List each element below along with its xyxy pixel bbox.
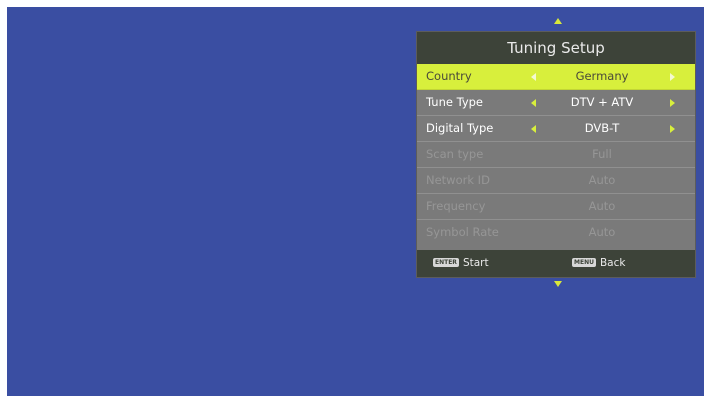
scroll-up-arrow-icon[interactable] (554, 18, 562, 24)
menu-row-value: Auto (588, 173, 616, 187)
back-hint-label: Back (599, 257, 626, 269)
panel-title: Tuning Setup (417, 32, 695, 64)
left-arrow-icon[interactable] (531, 125, 536, 133)
start-hint-label: Start (462, 257, 489, 269)
right-arrow-icon[interactable] (670, 125, 675, 133)
menu-row-frequency: Frequency Auto (417, 194, 695, 220)
menu-row-label: Country (426, 69, 472, 83)
menu-row-value: Auto (588, 225, 616, 239)
menu-row-digital-type[interactable]: Digital Type DVB-T (417, 116, 695, 142)
menu-row-label: Network ID (426, 173, 490, 187)
start-hint[interactable]: ENTER Start (433, 250, 489, 277)
right-arrow-icon[interactable] (670, 99, 675, 107)
menu-row-value: Germany (575, 69, 629, 83)
panel-footer: ENTER Start MENU Back (417, 250, 695, 277)
menu-row-value: DTV + ATV (570, 95, 634, 109)
menu-row-label: Tune Type (426, 95, 484, 109)
menu-row-country[interactable]: Country Germany (417, 64, 695, 90)
left-arrow-icon[interactable] (531, 73, 536, 81)
menu-row-label: Scan type (426, 147, 484, 161)
menu-row-label: Symbol Rate (426, 225, 499, 239)
menu-row-value: DVB-T (584, 121, 620, 135)
menu-row-value: Auto (588, 199, 616, 213)
menu-row-label: Digital Type (426, 121, 494, 135)
menu-row-network-id: Network ID Auto (417, 168, 695, 194)
menu-key-icon: MENU (572, 257, 596, 267)
back-hint[interactable]: MENU Back (572, 250, 625, 277)
right-arrow-icon[interactable] (670, 73, 675, 81)
menu-row-scan-type: Scan type Full (417, 142, 695, 168)
left-arrow-icon[interactable] (531, 99, 536, 107)
menu-row-value: Full (592, 147, 612, 161)
menu-row-tune-type[interactable]: Tune Type DTV + ATV (417, 90, 695, 116)
menu-row-label: Frequency (426, 199, 486, 213)
menu-row-symbol-rate: Symbol Rate Auto (417, 220, 695, 246)
tv-screen: Tuning Setup Country Germany Tune Type D… (7, 7, 704, 396)
tuning-setup-panel: Tuning Setup Country Germany Tune Type D… (417, 32, 695, 277)
scroll-down-arrow-icon[interactable] (554, 281, 562, 287)
enter-key-icon: ENTER (433, 257, 459, 267)
